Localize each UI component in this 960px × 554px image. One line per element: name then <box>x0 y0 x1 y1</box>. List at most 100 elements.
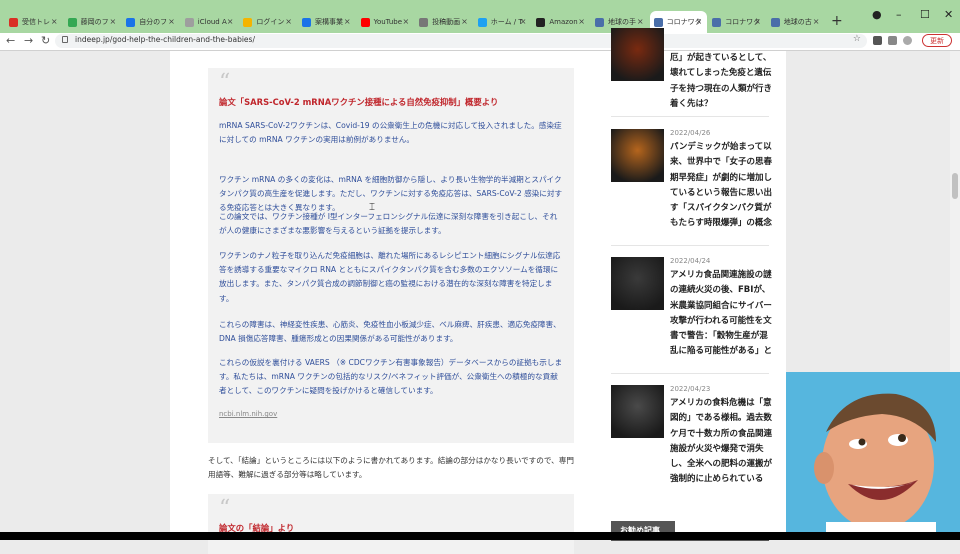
tab-close-icon[interactable]: × <box>520 17 527 26</box>
lock-icon <box>62 36 68 43</box>
sidebar-article-title[interactable]: 厄」が起きているとして、壊れてしまった免疫と遺伝子を持つ現在の人類が行き着く先は… <box>670 51 772 112</box>
scrollbar-thumb[interactable] <box>952 173 958 199</box>
tab-favicon-icon <box>302 17 311 27</box>
browser-tab[interactable]: 受信トレ × <box>5 11 63 33</box>
tab-favicon-icon <box>360 17 370 27</box>
web-page: “ 論文「SARS-CoV-2 mRNAワクチン接種による自然免疫抑制」概要より… <box>170 28 786 554</box>
source-link[interactable]: ncbi.nlm.nih.gov <box>219 410 277 418</box>
extension-icon[interactable] <box>873 36 882 45</box>
tab-close-icon[interactable]: × <box>51 17 58 26</box>
bookmark-star-icon[interactable]: ☆ <box>853 34 861 44</box>
quote-mark-icon: “ <box>219 496 231 521</box>
minimize-icon[interactable]: – <box>896 8 902 21</box>
close-window-icon[interactable]: ✕ <box>944 8 953 21</box>
url-text[interactable]: indeep.jp/god-help-the-children-and-the-… <box>75 35 255 44</box>
presenter-face-image <box>814 393 936 540</box>
browser-tab[interactable]: YouTube × <box>357 11 415 33</box>
taskbar-strip <box>0 532 960 540</box>
divider <box>611 245 769 246</box>
sidebar-article-date: 2022/04/23 <box>670 385 711 393</box>
tab-close-icon[interactable]: × <box>344 17 351 26</box>
tab-favicon-icon <box>184 17 194 27</box>
sidebar-article-title[interactable]: パンデミックが始まって以来、世界中で「女子の思春期早発症」が劇的に増加していると… <box>670 140 772 232</box>
reload-icon[interactable]: ↻ <box>41 34 50 47</box>
tab-strip: 受信トレ × 藤岡のフ × 自分のフ × iCloud A × ログイン × 案構事業 × YouTub… <box>0 0 960 33</box>
tab-favicon-icon <box>653 17 663 27</box>
webcam-overlay <box>786 372 960 540</box>
tab-label: ログイン <box>256 18 285 26</box>
tab-close-icon[interactable]: × <box>109 17 116 26</box>
quote-paragraph: これらの仮説を裏付ける VAERS （※ CDCワクチン有害事象報告）データベー… <box>219 358 563 396</box>
forward-icon[interactable]: → <box>24 34 33 47</box>
tab-label: 地球の古 <box>783 18 812 26</box>
tab-label: 自分のフ <box>139 18 168 26</box>
quote-block: “ 論文の「結論」より <box>208 494 574 554</box>
divider <box>611 116 769 117</box>
quote-paragraph: この論文では、ワクチン接種が I型インターフェロンシグナル伝達に深刻な障害を引き… <box>219 212 558 236</box>
tab-label: ホーム / T <box>490 18 523 26</box>
tab-label: Amazon <box>549 18 578 26</box>
tab-favicon-icon <box>477 17 487 27</box>
profile-icon[interactable]: ● <box>872 8 882 21</box>
extension-icon[interactable] <box>888 36 897 45</box>
tab-close-icon[interactable]: × <box>813 17 820 26</box>
quote-paragraph: mRNA SARS-CoV-2ワクチンは、Covid-19 の公衆衛生上の危機に… <box>219 121 562 145</box>
tab-label: YouTube <box>373 18 403 26</box>
tab-label: 藤岡のフ <box>80 18 109 26</box>
tab-favicon-icon <box>536 17 546 27</box>
quote-paragraph: ワクチンのナノ粒子を取り込んだ免疫細胞は、離れた場所にあるレシピエント細胞にシグ… <box>219 251 561 303</box>
browser-tab[interactable]: 投稿動画 × <box>415 11 473 33</box>
tab-close-icon[interactable]: × <box>695 17 702 26</box>
sidebar-article-title[interactable]: アメリカの食料危機は「意図的」である様相。過去数ケ月で十数カ所の食品関連施設が火… <box>670 396 772 488</box>
browser-tab[interactable]: ホーム / T × <box>474 11 532 33</box>
article-thumbnail[interactable] <box>611 257 664 310</box>
divider <box>611 373 769 374</box>
puzzle-extensions-icon[interactable] <box>903 36 912 45</box>
browser-tab[interactable]: 自分のフ × <box>122 11 180 33</box>
article-thumbnail[interactable] <box>611 28 664 81</box>
tab-favicon-icon <box>243 17 253 27</box>
tab-label: 地球の手 <box>608 18 636 26</box>
tab-close-icon[interactable]: × <box>227 17 234 26</box>
tab-close-icon[interactable]: × <box>578 17 585 26</box>
tab-label: 受信トレ <box>22 18 50 26</box>
update-button[interactable]: 更新 <box>922 34 952 47</box>
tab-favicon-icon <box>67 17 77 27</box>
tab-label: 投稿動画 <box>432 18 461 26</box>
tab-favicon-icon <box>126 17 136 27</box>
tab-favicon-icon <box>595 17 604 27</box>
maximize-icon[interactable]: ☐ <box>920 8 930 21</box>
tab-close-icon[interactable]: × <box>402 17 409 26</box>
tab-favicon-icon <box>712 17 722 27</box>
tab-close-icon[interactable]: × <box>461 17 468 26</box>
quote-mark-icon: “ <box>219 70 231 95</box>
browser-tab[interactable]: ログイン × <box>239 11 297 33</box>
tab-close-icon[interactable]: × <box>285 17 292 26</box>
sidebar-article-date: 2022/04/26 <box>670 129 711 137</box>
tab-close-icon[interactable]: × <box>637 17 644 26</box>
tab-label: iCloud A <box>197 18 227 26</box>
sidebar-article-title[interactable]: アメリカ食品関連施設の謎の連続火災の後、FBIが、米農業協同組合にサイバー攻撃が… <box>670 268 772 360</box>
tab-label: 案構事業 <box>315 18 343 26</box>
tab-favicon-icon <box>419 17 429 27</box>
article-thumbnail[interactable] <box>611 129 664 182</box>
article-thumbnail[interactable] <box>611 385 664 438</box>
tab-close-icon[interactable]: × <box>754 17 761 26</box>
new-tab-button[interactable]: + <box>831 13 843 29</box>
browser-tab[interactable]: 地球の古 × <box>767 11 825 33</box>
sidebar-article-date: 2022/04/24 <box>670 257 711 265</box>
address-bar[interactable]: indeep.jp/god-help-the-children-and-the-… <box>55 34 867 48</box>
tab-favicon-icon <box>9 17 18 27</box>
browser-tab[interactable]: Amazon × <box>532 11 590 33</box>
browser-toolbar: ← → ↻ indeep.jp/god-help-the-children-an… <box>0 33 960 51</box>
quote-title: 論文「SARS-CoV-2 mRNAワクチン接種による自然免疫抑制」概要より <box>219 97 499 107</box>
browser-tab[interactable]: iCloud A × <box>181 11 239 33</box>
quote-block: “ 論文「SARS-CoV-2 mRNAワクチン接種による自然免疫抑制」概要より… <box>208 68 574 443</box>
tab-close-icon[interactable]: × <box>168 17 175 26</box>
browser-tab[interactable]: 藤岡のフ × <box>64 11 122 33</box>
browser-tab[interactable]: コロナワク × <box>708 11 766 33</box>
back-icon[interactable]: ← <box>6 34 15 47</box>
quote-paragraph: これらの障害は、神経変性疾患、心筋炎、免疫性血小板減少症、ベル麻痺、肝疾患、適応… <box>219 320 561 344</box>
article-paragraph: そして、「結論」というところには以下のように書かれてあります。結論の部分はかなり… <box>208 456 574 480</box>
browser-tab[interactable]: 案構事業 × <box>298 11 356 33</box>
